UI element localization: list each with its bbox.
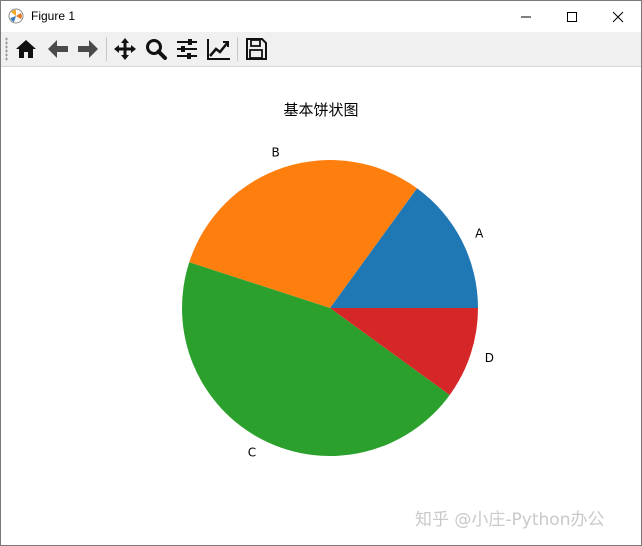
close-icon <box>612 11 624 22</box>
save-button[interactable] <box>242 35 270 63</box>
figure-canvas[interactable]: 基本饼状图 ABCD 知乎 @小庄-Python办公 <box>1 67 641 545</box>
maximize-button[interactable] <box>549 1 595 32</box>
toolbar-separator <box>237 37 238 61</box>
minimize-icon <box>521 16 531 17</box>
slice-label-a: A <box>475 227 484 241</box>
slice-label-b: B <box>271 146 279 160</box>
home-icon <box>16 40 36 58</box>
floppy-disk-icon <box>246 38 267 60</box>
forward-button[interactable] <box>74 35 102 63</box>
edit-axis-button[interactable] <box>205 35 233 63</box>
sliders-icon <box>177 39 197 59</box>
pan-button[interactable] <box>111 35 139 63</box>
minimize-button[interactable] <box>503 1 549 32</box>
zoom-button[interactable] <box>142 35 170 63</box>
figure-window: Figure 1 基本饼状图 A B C D 知乎 @小庄-Python办公 <box>0 0 642 546</box>
navigation-toolbar <box>1 32 641 67</box>
move-icon <box>114 38 136 60</box>
matplotlib-logo-icon <box>8 8 24 24</box>
toolbar-grip[interactable] <box>5 37 8 61</box>
pie-chart: A B C D <box>182 146 494 460</box>
trend-chart-icon <box>207 39 230 60</box>
close-button[interactable] <box>595 1 641 32</box>
toolbar-separator <box>106 37 107 61</box>
slice-label-d: D <box>485 351 494 365</box>
configure-subplots-button[interactable] <box>173 35 201 63</box>
back-button[interactable] <box>44 35 72 63</box>
slice-label-c: C <box>248 446 256 460</box>
home-button[interactable] <box>12 35 40 63</box>
arrow-left-icon <box>48 40 68 58</box>
title-bar[interactable]: Figure 1 <box>1 1 641 32</box>
magnifier-icon <box>146 39 167 60</box>
watermark-text: 知乎 @小庄-Python办公 <box>415 510 605 530</box>
arrow-right-icon <box>78 40 98 58</box>
maximize-icon <box>567 11 577 22</box>
window-title: Figure 1 <box>31 9 76 23</box>
